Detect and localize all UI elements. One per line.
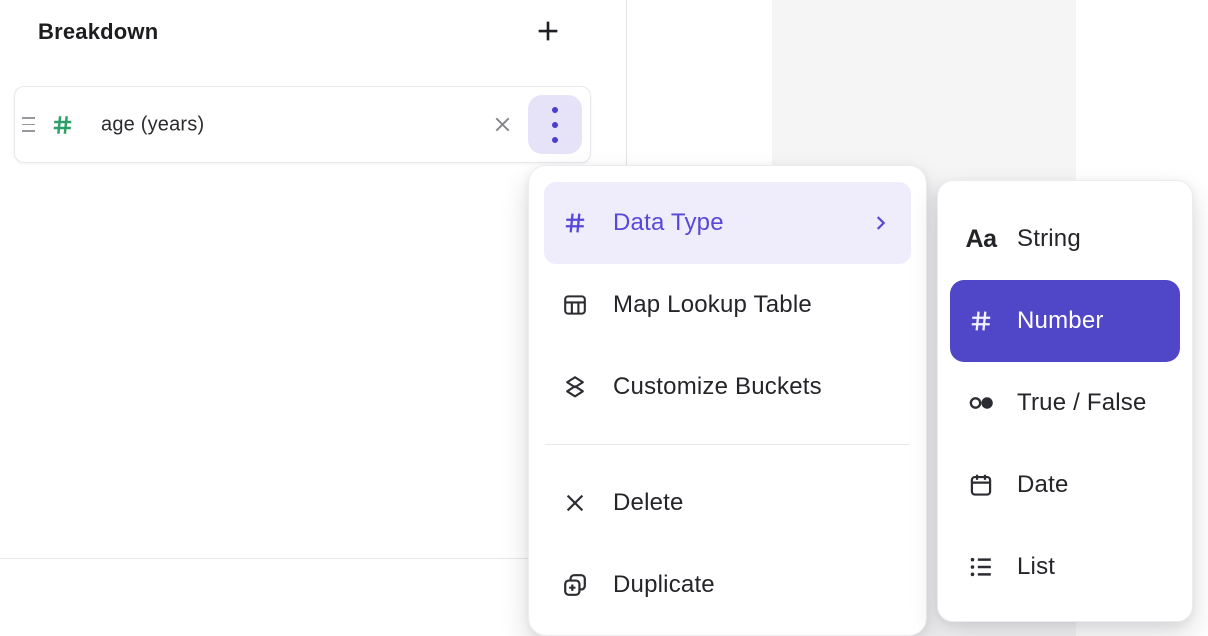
list-icon <box>967 553 995 581</box>
chevron-right-icon <box>869 212 891 234</box>
page-title: Breakdown <box>38 18 158 46</box>
breakdown-field-row[interactable]: age (years) <box>14 86 591 163</box>
submenu-item-label: String <box>1017 225 1081 253</box>
kebab-menu-icon <box>552 107 558 143</box>
submenu-item-label: List <box>1017 553 1055 581</box>
boolean-circles-icon <box>967 389 995 417</box>
submenu-item-string[interactable]: Aa String <box>950 198 1180 280</box>
submenu-item-label: Number <box>1017 307 1104 335</box>
field-options-button[interactable] <box>528 95 582 154</box>
string-type-icon: Aa <box>967 225 995 254</box>
layers-icon <box>561 373 589 401</box>
breakdown-panel: Breakdown age (years) <box>0 0 1208 636</box>
remove-field-button[interactable] <box>489 112 515 138</box>
add-breakdown-button[interactable] <box>531 14 565 48</box>
x-icon <box>561 490 589 516</box>
menu-item-label: Data Type <box>613 209 724 237</box>
menu-divider <box>545 444 910 445</box>
menu-item-label: Map Lookup Table <box>613 291 812 319</box>
close-icon <box>491 113 514 136</box>
menu-item-data-type[interactable]: Data Type <box>544 182 911 264</box>
field-name: age (years) <box>101 113 204 136</box>
menu-item-duplicate[interactable]: Duplicate <box>544 544 911 626</box>
data-type-submenu: Aa String Number True / False <box>937 180 1193 622</box>
menu-item-delete[interactable]: Delete <box>544 462 911 544</box>
submenu-item-date[interactable]: Date <box>950 444 1180 526</box>
menu-item-label: Delete <box>613 489 684 517</box>
calendar-icon <box>967 471 995 499</box>
field-context-menu: Data Type Map Lookup Table <box>528 165 927 636</box>
drag-handle-icon[interactable] <box>22 114 40 136</box>
hash-icon <box>561 209 589 237</box>
menu-item-label: Duplicate <box>613 571 715 599</box>
plus-icon <box>533 16 563 46</box>
submenu-item-label: True / False <box>1017 389 1147 417</box>
number-type-icon <box>49 111 76 138</box>
table-icon <box>561 291 589 319</box>
hash-icon <box>967 307 995 335</box>
submenu-item-true-false[interactable]: True / False <box>950 362 1180 444</box>
menu-item-customize-buckets[interactable]: Customize Buckets <box>544 346 911 428</box>
menu-item-map-lookup-table[interactable]: Map Lookup Table <box>544 264 911 346</box>
submenu-item-number[interactable]: Number <box>950 280 1180 362</box>
duplicate-icon <box>561 571 589 599</box>
menu-item-label: Customize Buckets <box>613 373 822 401</box>
submenu-item-label: Date <box>1017 471 1069 499</box>
submenu-item-list[interactable]: List <box>950 526 1180 608</box>
